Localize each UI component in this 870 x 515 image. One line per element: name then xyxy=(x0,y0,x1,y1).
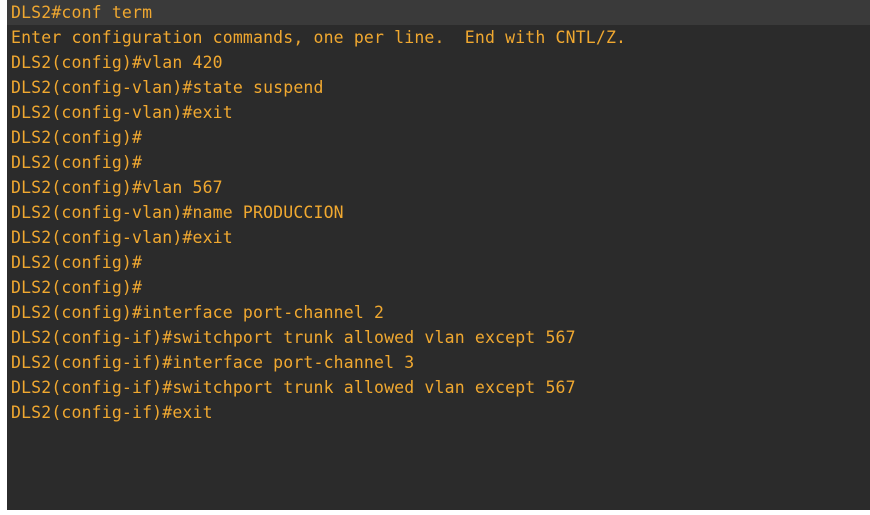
terminal-line: DLS2#conf term xyxy=(7,0,870,25)
terminal-line: DLS2(config)#vlan 567 xyxy=(11,178,223,197)
terminal-line: Enter configuration commands, one per li… xyxy=(11,28,627,47)
terminal-line: DLS2(config-vlan)#name PRODUCCION xyxy=(11,203,344,222)
terminal-line: DLS2(config-if)#switchport trunk allowed… xyxy=(11,328,576,347)
terminal-line: DLS2(config)# xyxy=(11,128,143,147)
terminal-line: DLS2(config)#vlan 420 xyxy=(11,53,223,72)
terminal-line: DLS2(config-vlan)#exit xyxy=(11,103,233,122)
terminal-line: DLS2(config-vlan)#exit xyxy=(11,228,233,247)
terminal-line: DLS2(config-if)#interface port-channel 3 xyxy=(11,353,415,372)
terminal-line: DLS2(config)#interface port-channel 2 xyxy=(11,303,385,322)
terminal-line: DLS2(config-if)#exit xyxy=(11,403,213,422)
terminal-line: DLS2(config)# xyxy=(11,278,143,297)
terminal-line: DLS2(config)# xyxy=(11,253,143,272)
terminal-window[interactable]: DLS2#conf term Enter configuration comma… xyxy=(7,0,870,510)
terminal-line: DLS2(config-if)#switchport trunk allowed… xyxy=(11,378,576,397)
terminal-line: DLS2(config)# xyxy=(11,153,143,172)
terminal-line: DLS2(config-vlan)#state suspend xyxy=(11,78,324,97)
